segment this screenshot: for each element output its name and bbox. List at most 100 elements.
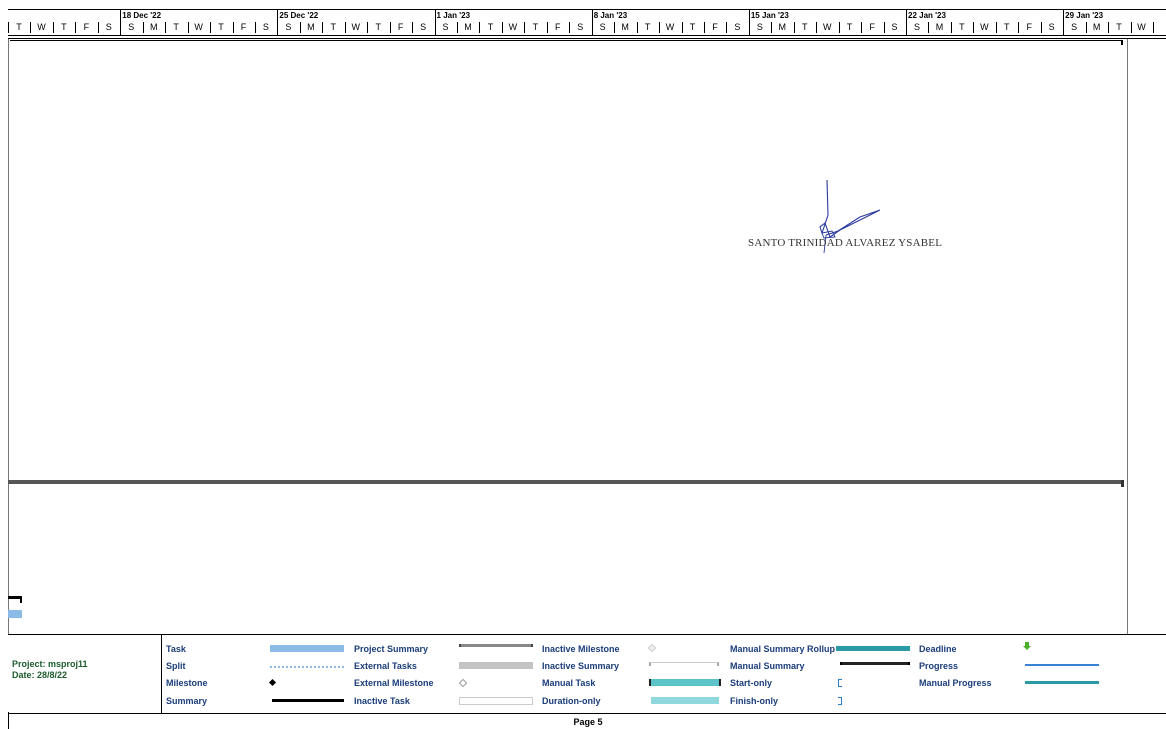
legend-label-task: Task — [166, 644, 186, 654]
inactive-milestone-icon — [647, 643, 657, 653]
legend-label-summary: Summary — [166, 696, 208, 706]
week-label: 8 Jan '23 — [593, 11, 628, 20]
day-label: M — [307, 22, 315, 32]
task-bar-icon — [270, 645, 344, 652]
legend-label-inactive-task: Inactive Task — [354, 696, 410, 706]
manual-summary-rollup-icon — [836, 646, 910, 651]
legend-label-finish-only: Finish-only — [730, 696, 778, 706]
day-label: S — [599, 22, 606, 32]
week-label: 1 Jan '23 — [436, 11, 471, 20]
day-label: F — [869, 22, 875, 32]
day-label: F — [555, 22, 561, 32]
legend-label-milestone: Milestone — [166, 678, 208, 688]
legend-label-inactive-summary: Inactive Summary — [542, 661, 620, 671]
day-label: F — [240, 22, 247, 32]
day-label: T — [173, 22, 179, 32]
day-label: S — [734, 22, 741, 32]
day-label: F — [397, 22, 404, 32]
day-label: W — [822, 22, 832, 32]
day-label: W — [1137, 22, 1146, 32]
legend-label-manual-progress: Manual Progress — [919, 678, 992, 688]
day-label: S — [577, 22, 584, 32]
week-separator — [277, 10, 279, 35]
day-label: W — [37, 22, 46, 32]
legend-label-external-milestone: External Milestone — [354, 678, 434, 688]
summary-bar-top-end — [1121, 40, 1123, 45]
legend-label-manual-summary-rollup: Manual Summary Rollup — [730, 644, 836, 654]
legend-label-manual-task: Manual Task — [542, 678, 596, 688]
week-separator — [434, 10, 436, 35]
day-label: F — [83, 22, 90, 32]
week-label: 22 Jan '23 — [908, 11, 946, 20]
day-label: T — [61, 22, 67, 32]
legend-label-start-only: Start-only — [730, 678, 773, 688]
inactive-task-icon — [459, 697, 533, 705]
day-label: S — [1071, 22, 1078, 32]
page-number: Page 5 — [573, 717, 603, 727]
day-label: F — [1026, 22, 1033, 32]
day-label: S — [285, 22, 292, 32]
day-label: T — [644, 22, 651, 32]
summary-bar-icon — [272, 699, 344, 702]
day-label: M — [1092, 22, 1101, 32]
manual-task-icon — [649, 679, 721, 686]
chart-right-border — [1127, 39, 1128, 635]
summary-bar-middle — [8, 480, 1124, 484]
week-separator — [120, 10, 122, 35]
legend-label-external-tasks: External Tasks — [354, 661, 417, 671]
chart-left-border — [8, 39, 9, 635]
external-milestone-icon — [458, 678, 468, 688]
signature-name: SANTO TRINIDAD ALVAREZ YSABEL — [748, 237, 943, 249]
day-label: S — [420, 22, 427, 32]
day-label: M — [935, 22, 944, 32]
day-label: T — [532, 22, 539, 32]
timescale-bottom-border — [8, 38, 1166, 39]
week-label: 25 Dec '22 — [279, 11, 319, 20]
inactive-summary-icon — [649, 662, 719, 666]
timescale-top-border — [8, 9, 1166, 10]
day-label: T — [330, 22, 337, 32]
legend-label-manual-summary: Manual Summary — [730, 661, 805, 671]
legend: Project: msproj11 Date: 28/8/22 Task Spl… — [8, 634, 1166, 714]
day-label: S — [105, 22, 112, 32]
week-separator — [591, 10, 593, 35]
project-summary-icon — [459, 644, 533, 647]
day-label: S — [442, 22, 449, 32]
day-label: S — [262, 22, 269, 32]
project-name: Project: msproj11 — [12, 659, 88, 669]
finish-only-icon — [838, 697, 842, 705]
legend-label-deadline: Deadline — [919, 644, 957, 654]
day-label: W — [508, 22, 518, 32]
week-label: 18 Dec '22 — [122, 11, 162, 20]
day-label: M — [464, 22, 472, 32]
day-separator — [1152, 22, 1154, 33]
day-label: T — [1004, 22, 1010, 32]
manual-progress-icon — [1025, 681, 1099, 684]
summary-bar-middle-end — [1121, 480, 1124, 487]
day-label: W — [665, 22, 675, 32]
timescale-header: TWTFSSMTWTFSSMTWTFSSMTWTFSSMTWTFSSMTWTFS… — [0, 0, 1166, 40]
day-label: T — [802, 22, 808, 32]
day-label: S — [128, 22, 135, 32]
day-label: W — [980, 22, 989, 32]
timescale-divider — [8, 35, 1166, 36]
project-date: Date: 28/8/22 — [12, 670, 68, 680]
week-separator — [748, 10, 750, 35]
day-label: F — [712, 22, 718, 32]
day-label: M — [149, 22, 158, 32]
signature-mark — [819, 179, 881, 254]
legend-label-project-summary: Project Summary — [354, 644, 429, 654]
manual-summary-icon — [840, 662, 910, 665]
day-label: S — [756, 22, 763, 32]
external-tasks-icon — [459, 662, 533, 669]
task-bar — [8, 610, 22, 618]
day-label: S — [1048, 22, 1055, 32]
day-label: T — [218, 22, 224, 32]
milestone-icon — [268, 678, 277, 687]
day-label: T — [846, 22, 853, 32]
duration-only-icon — [651, 697, 719, 704]
day-label: T — [16, 22, 22, 32]
split-icon — [270, 666, 344, 668]
start-only-icon — [838, 679, 842, 687]
week-separator — [1063, 10, 1065, 35]
